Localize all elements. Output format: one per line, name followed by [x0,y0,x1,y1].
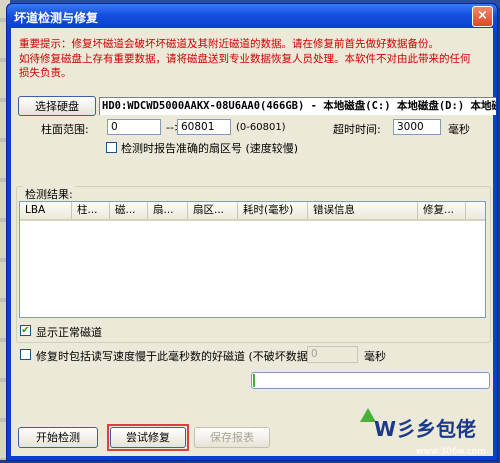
warning-line: 损失负责。 [19,67,72,79]
title-bar[interactable]: 坏道检测与修复 × [7,4,497,28]
close-button[interactable]: × [472,6,493,27]
repair-slow-unit: 毫秒 [364,350,386,363]
results-list[interactable]: LBA 柱... 磁... 扇... 扇区... 耗时(毫秒) 错误信息 修复.… [19,201,486,318]
show-normal-checkbox[interactable]: ✔ [20,325,31,336]
column-header-head[interactable]: 磁... [110,202,148,219]
cylinder-to-input[interactable]: 60801 [177,119,231,135]
save-report-button[interactable]: 保存报表 [194,427,270,448]
watermark-url: www.306w.com [416,447,486,457]
start-detect-button[interactable]: 开始检测 [18,427,98,448]
select-disk-button[interactable]: 选择硬盘 [18,96,96,116]
report-sector-checkbox[interactable] [106,142,117,153]
report-sector-label: 检测时报告准确的扇区号 (速度较慢) [121,142,299,155]
timeout-unit: 毫秒 [448,123,470,136]
timeout-label: 超时时间: [333,123,381,136]
column-header-sector-count[interactable]: 扇区... [188,202,238,219]
window-title: 坏道检测与修复 [14,11,99,25]
timeout-input[interactable]: 3000 [393,119,441,135]
checkmark-icon: ✔ [21,325,30,336]
warning-text: 重要提示：修复坏磁道会破坏坏磁道及其附近磁道的数据。请在修复前首先做好数据备份。… [19,37,489,81]
cylinder-range-label: 柱面范围: [41,123,89,136]
results-list-header: LBA 柱... 磁... 扇... 扇区... 耗时(毫秒) 错误信息 修复.… [20,202,485,221]
selected-disk-display: HD0:WDCWD5000AAKX-08U6AA0(466GB) - 本地磁盘(… [99,97,496,115]
show-normal-label: 显示正常磁道 [36,326,102,339]
close-icon: × [477,8,488,23]
column-header-elapsed[interactable]: 耗时(毫秒) [238,202,308,219]
cylinder-range-hint: (0-60801) [236,122,286,133]
warning-line: 如待修复磁盘上存有重要数据，请将磁盘送到专业数据恢复人员处理。本软件不对由此带来… [19,52,471,65]
column-header-error[interactable]: 错误信息 [308,202,418,219]
progress-bar [251,372,490,389]
repair-slow-ms-input[interactable]: 0 [307,346,358,363]
column-header-cylinder[interactable]: 柱... [72,202,110,219]
column-header-repair[interactable]: 修复... [418,202,466,219]
watermark-logo-icon: W彡乡包佬 www.306w.com [360,408,486,457]
watermark: W彡乡包佬 www.306w.com [350,388,500,460]
watermark-brand: W彡乡包佬 [374,417,476,441]
warning-line: 重要提示：修复坏磁道会破坏坏磁道及其附近磁道的数据。请在修复前首先做好数据备份。 [19,38,439,50]
results-group-label: 检测结果: [23,186,75,202]
highlight-box [107,424,189,451]
cylinder-from-input[interactable]: 0 [107,119,161,135]
column-header-lba[interactable]: LBA [20,202,72,219]
repair-slow-label: 修复时包括读写速度慢于此毫秒数的好磁道 (不破坏数据): [36,350,316,363]
progress-bar-fill [253,374,256,387]
repair-slow-checkbox[interactable] [20,349,31,360]
column-header-sector[interactable]: 扇... [148,202,188,219]
